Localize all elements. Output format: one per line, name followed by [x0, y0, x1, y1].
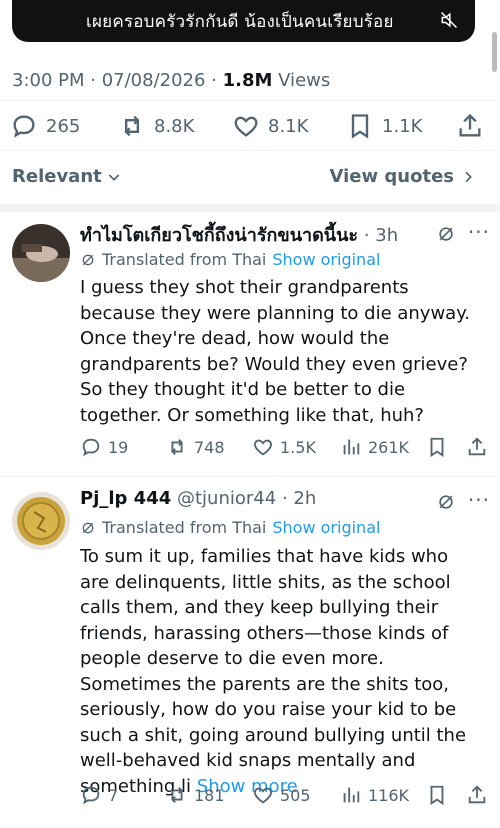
- avatar-image: [12, 492, 70, 550]
- grok-icon[interactable]: [436, 224, 456, 244]
- heart-icon: [254, 439, 272, 456]
- sort-dropdown[interactable]: Relevant: [12, 166, 122, 187]
- like-count: 8.1K: [268, 115, 309, 137]
- repost-count: 8.8K: [154, 115, 195, 137]
- like-button[interactable]: 1.5K: [252, 436, 316, 458]
- repost-button[interactable]: 8.8K: [118, 112, 194, 140]
- scrollbar[interactable]: [492, 32, 497, 72]
- avatar[interactable]: [12, 492, 70, 550]
- views-label: Views: [272, 70, 331, 91]
- more-options-icon[interactable]: ···: [468, 220, 490, 244]
- repost-button[interactable]: 748: [166, 436, 225, 458]
- post-time[interactable]: · 2h: [282, 488, 316, 509]
- post-text-content: To sum it up, families that have kids wh…: [80, 546, 467, 797]
- user-handle[interactable]: @tjunior44: [177, 488, 276, 509]
- avatar[interactable]: [12, 224, 70, 282]
- grok-icon[interactable]: [436, 492, 456, 512]
- display-name[interactable]: ทำไมโตเกียวโชกี้ถึงน่ารักขนาดนี้นะ: [80, 225, 358, 246]
- reply-post[interactable]: Pj_lp 444 @tjunior44 · 2h ··· Translated…: [0, 478, 500, 818]
- heart-icon: [254, 787, 272, 804]
- share-icon: [459, 113, 481, 137]
- reply-count: 265: [46, 115, 81, 137]
- post-header: Pj_lp 444 @tjunior44 · 2h: [80, 488, 316, 509]
- divider: [0, 100, 500, 101]
- heart-icon: [234, 116, 258, 137]
- video-player-strip[interactable]: เผยครอบครัวรักกันดี น้องเป็นคนเรียบร้อย: [12, 0, 475, 42]
- repost-count: 181: [194, 785, 225, 805]
- post-text: I guess they shot their grandparents bec…: [80, 277, 471, 426]
- share-button[interactable]: [456, 112, 484, 140]
- mute-icon[interactable]: [439, 10, 459, 30]
- views-button[interactable]: 261K: [340, 436, 409, 458]
- show-original-link[interactable]: Show original: [272, 518, 380, 537]
- post-action-bar: 19 748 1.5K 261K: [80, 436, 490, 464]
- views-count: 261K: [368, 437, 410, 457]
- like-button[interactable]: 505: [252, 784, 311, 806]
- display-name[interactable]: Pj_lp 444: [80, 488, 171, 509]
- bookmark-icon: [430, 785, 444, 805]
- views-count: 1.8M: [222, 70, 273, 91]
- reply-icon: [82, 786, 100, 805]
- bookmark-button[interactable]: 1.1K: [346, 112, 422, 140]
- translate-icon: [82, 254, 94, 265]
- reply-button[interactable]: 265: [10, 112, 80, 140]
- like-count: 1.5K: [280, 437, 316, 457]
- analytics-icon: [343, 439, 360, 455]
- divider: [0, 476, 500, 477]
- tweet-meta: 3:00 PM · 07/08/2026 · 1.8M Views: [12, 70, 330, 91]
- views-count: 116K: [368, 785, 410, 805]
- reply-icon: [82, 438, 100, 457]
- repost-icon: [171, 439, 183, 455]
- reply-icon: [13, 115, 35, 138]
- video-caption: เผยครอบครัวรักกันดี น้องเป็นคนเรียบร้อย: [86, 11, 394, 32]
- repost-button[interactable]: 181: [166, 784, 225, 806]
- share-button[interactable]: [466, 784, 488, 806]
- tweet-timestamp: 3:00 PM · 07/08/2026 ·: [12, 70, 223, 91]
- repost-count: 748: [194, 437, 225, 457]
- reply-count: 7: [108, 785, 119, 805]
- section-divider: [0, 204, 500, 212]
- analytics-icon: [343, 787, 360, 803]
- share-button[interactable]: [466, 436, 488, 458]
- translated-notice: Translated from Thai Show original: [80, 518, 380, 537]
- sort-label: Relevant: [12, 166, 102, 187]
- post-header: ทำไมโตเกียวโชกี้ถึงน่ารักขนาดนี้นะ · 3h: [80, 220, 398, 249]
- translated-label: Translated from Thai: [102, 518, 267, 537]
- translated-notice: Translated from Thai Show original: [80, 250, 380, 269]
- chevron-right-icon: [465, 171, 472, 182]
- view-quotes-label: View quotes: [329, 166, 454, 187]
- like-button[interactable]: 8.1K: [232, 112, 308, 140]
- repost-icon: [124, 115, 140, 137]
- avatar-image: [12, 224, 70, 282]
- chevron-down-icon: [108, 173, 120, 181]
- bookmark-button[interactable]: [426, 784, 448, 806]
- bookmark-button[interactable]: [426, 436, 448, 458]
- show-original-link[interactable]: Show original: [272, 250, 380, 269]
- reply-count: 19: [108, 437, 129, 457]
- share-icon: [468, 785, 486, 804]
- views-button[interactable]: 116K: [340, 784, 409, 806]
- bookmark-icon: [351, 114, 369, 139]
- bookmark-icon: [430, 437, 444, 457]
- translate-icon: [82, 522, 94, 533]
- post-action-bar: 7 181 505 116K: [80, 784, 490, 812]
- translated-label: Translated from Thai: [102, 250, 267, 269]
- reply-post[interactable]: ทำไมโตเกียวโชกี้ถึงน่ารักขนาดนี้นะ · 3h …: [0, 212, 500, 476]
- tweet-action-bar: 265 8.8K 8.1K 1.1K: [0, 108, 500, 144]
- more-options-icon[interactable]: ···: [468, 488, 490, 512]
- like-count: 505: [280, 785, 311, 805]
- view-quotes-link[interactable]: View quotes: [330, 166, 476, 187]
- post-text: To sum it up, families that have kids wh…: [80, 544, 480, 799]
- post-time[interactable]: · 3h: [364, 225, 398, 246]
- divider: [0, 150, 500, 151]
- repost-icon: [171, 787, 183, 803]
- bookmark-count: 1.1K: [382, 115, 423, 137]
- reply-button[interactable]: 7: [80, 784, 118, 806]
- reply-button[interactable]: 19: [80, 436, 128, 458]
- share-icon: [468, 437, 486, 456]
